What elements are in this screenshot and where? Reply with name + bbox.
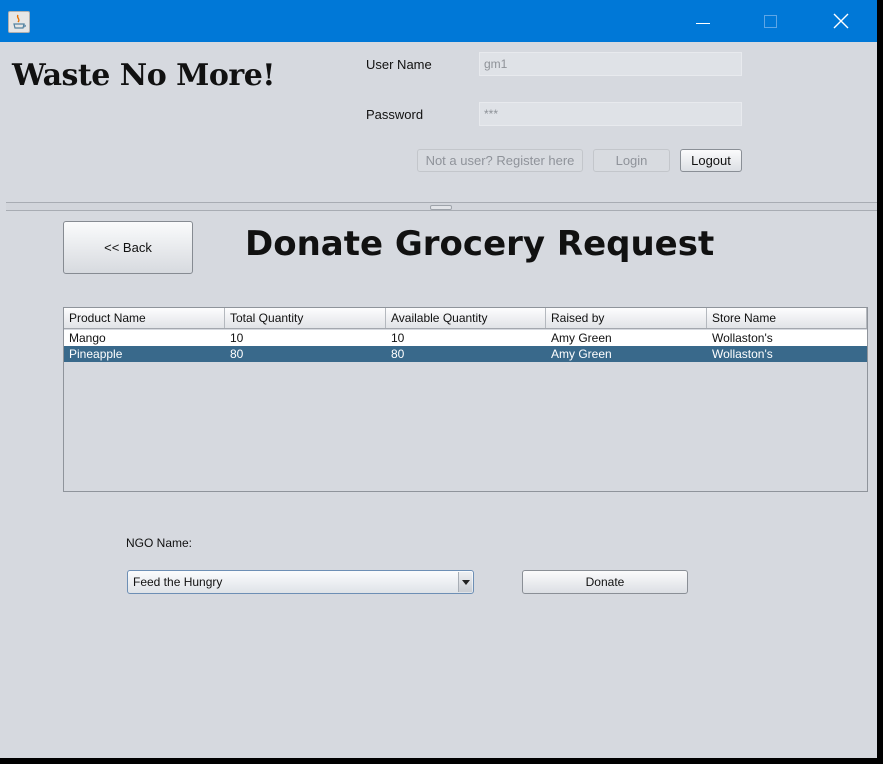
register-button[interactable]: Not a user? Register here (417, 149, 583, 172)
maximize-button[interactable] (748, 0, 794, 42)
cell-product-name: Pineapple (69, 347, 123, 361)
cell-total-quantity: 80 (230, 347, 244, 361)
split-pane-divider[interactable] (6, 202, 877, 211)
minimize-icon (696, 23, 710, 24)
username-label: User Name (366, 57, 432, 72)
table-header: Product Name Total Quantity Available Qu… (64, 308, 867, 329)
table-row[interactable]: Mango 10 10 Amy Green Wollaston's (64, 330, 867, 346)
donate-button[interactable]: Donate (522, 570, 688, 594)
maximize-icon (764, 15, 777, 28)
close-button[interactable] (818, 0, 864, 42)
cell-store-name: Wollaston's (712, 347, 773, 361)
column-header-raised-by[interactable]: Raised by (546, 308, 707, 328)
column-header-available-quantity[interactable]: Available Quantity (386, 308, 546, 328)
username-field[interactable]: gm1 (479, 52, 742, 76)
column-header-store-name[interactable]: Store Name (707, 308, 867, 328)
cell-available-quantity: 80 (391, 347, 405, 361)
minimize-button[interactable] (680, 0, 726, 42)
app-brand-title: Waste No More! (12, 58, 275, 93)
chevron-down-icon (462, 580, 470, 585)
login-button[interactable]: Login (593, 149, 670, 172)
ngo-select-arrow[interactable] (458, 572, 472, 592)
cell-total-quantity: 10 (230, 331, 244, 345)
password-field[interactable]: *** (479, 102, 742, 126)
java-app-icon[interactable] (8, 11, 30, 33)
column-header-total-quantity[interactable]: Total Quantity (225, 308, 386, 328)
logout-button[interactable]: Logout (680, 149, 742, 172)
cell-available-quantity: 10 (391, 331, 405, 345)
table-row-selected[interactable]: Pineapple 80 80 Amy Green Wollaston's (64, 346, 867, 362)
close-icon (833, 13, 849, 29)
grocery-request-table[interactable]: Product Name Total Quantity Available Qu… (63, 307, 868, 492)
app-window: Waste No More! User Name gm1 Password **… (0, 0, 883, 764)
ngo-name-label: NGO Name: (126, 536, 193, 550)
title-bar (0, 0, 877, 42)
column-header-product-name[interactable]: Product Name (64, 308, 225, 328)
page-title: Donate Grocery Request (245, 224, 715, 264)
split-grip-icon (430, 205, 452, 210)
ngo-selected-value: Feed the Hungry (133, 575, 223, 589)
cell-raised-by: Amy Green (551, 331, 612, 345)
back-button[interactable]: << Back (63, 221, 193, 274)
cell-store-name: Wollaston's (712, 331, 773, 345)
password-label: Password (366, 107, 424, 122)
ngo-select[interactable]: Feed the Hungry (127, 570, 474, 594)
cell-raised-by: Amy Green (551, 347, 612, 361)
cell-product-name: Mango (69, 331, 106, 345)
